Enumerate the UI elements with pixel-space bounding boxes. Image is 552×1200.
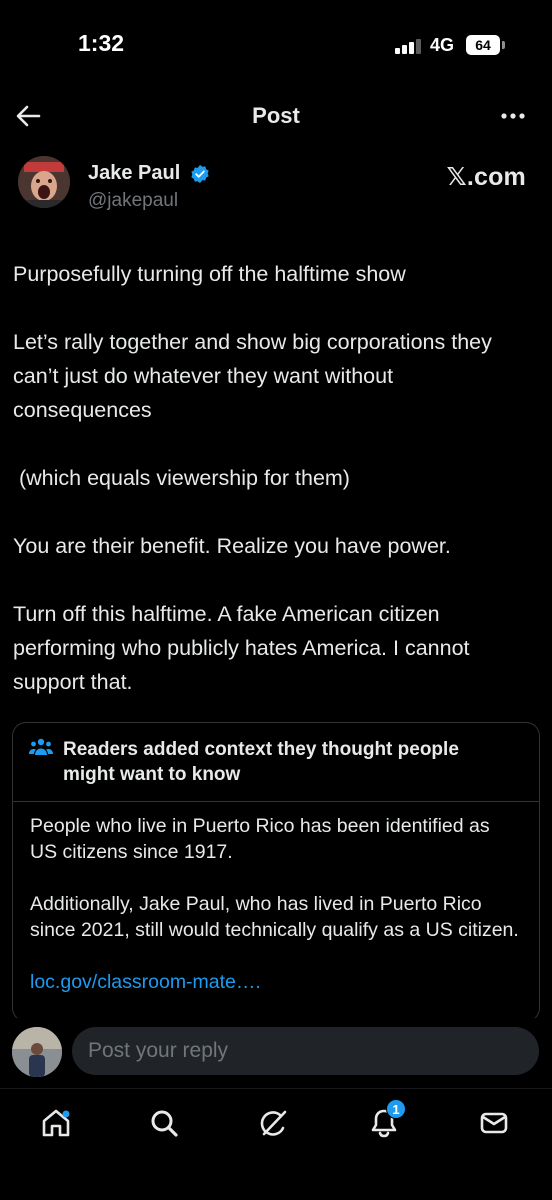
signal-icon — [395, 38, 425, 54]
x-brand-label: 𝕏.com — [446, 163, 526, 191]
status-bar: 1:32 4G 64 — [0, 0, 552, 80]
community-note-title: Readers added context they thought peopl… — [63, 739, 459, 785]
note-source-link[interactable]: loc.gov/classroom-mate…. — [30, 969, 522, 995]
note-paragraph: Additionally, Jake Paul, who has lived i… — [30, 893, 519, 941]
people-icon — [29, 737, 53, 757]
bottom-nav: 1 — [0, 1088, 552, 1200]
post-header: Post — [0, 92, 552, 140]
battery-icon: 64 — [466, 35, 500, 55]
page-title: Post — [252, 103, 300, 128]
post-paragraph: You are their benefit. Realize you have … — [13, 534, 451, 558]
author-row: Jake Paul @jakepaul 𝕏.com — [0, 152, 552, 222]
reply-bar — [0, 1018, 552, 1088]
post-paragraph: Let’s rally together and show big corpor… — [13, 330, 492, 422]
author-handle[interactable]: @jakepaul — [88, 190, 178, 212]
reply-input[interactable] — [72, 1027, 539, 1075]
post-paragraph: (which equals viewership for them) — [13, 466, 350, 490]
post-text: Purposefully turning off the halftime sh… — [13, 257, 533, 699]
home-icon[interactable] — [36, 1103, 76, 1143]
community-note[interactable]: Readers added context they thought peopl… — [12, 722, 540, 1022]
post-paragraph: Purposefully turning off the halftime sh… — [13, 262, 406, 286]
status-time: 1:32 — [78, 30, 125, 56]
post-paragraph: Turn off this halftime. A fake American … — [13, 602, 470, 694]
author-name[interactable]: Jake Paul — [88, 162, 180, 185]
community-note-header: Readers added context they thought peopl… — [13, 723, 539, 802]
notifications-icon[interactable]: 1 — [364, 1099, 406, 1143]
more-dots-icon[interactable] — [496, 102, 530, 130]
community-note-body: People who live in Puerto Rico has been … — [13, 802, 539, 995]
note-paragraph: People who live in Puerto Rico has been … — [30, 815, 490, 863]
network-type: 4G — [430, 35, 455, 55]
user-avatar[interactable] — [12, 1027, 62, 1077]
grok-icon[interactable] — [254, 1103, 294, 1143]
messages-icon[interactable] — [474, 1103, 514, 1143]
avatar[interactable] — [18, 156, 70, 208]
battery-tip — [502, 41, 505, 49]
search-icon[interactable] — [144, 1103, 184, 1143]
verified-badge-icon — [190, 164, 210, 184]
notification-badge: 1 — [386, 1099, 406, 1119]
